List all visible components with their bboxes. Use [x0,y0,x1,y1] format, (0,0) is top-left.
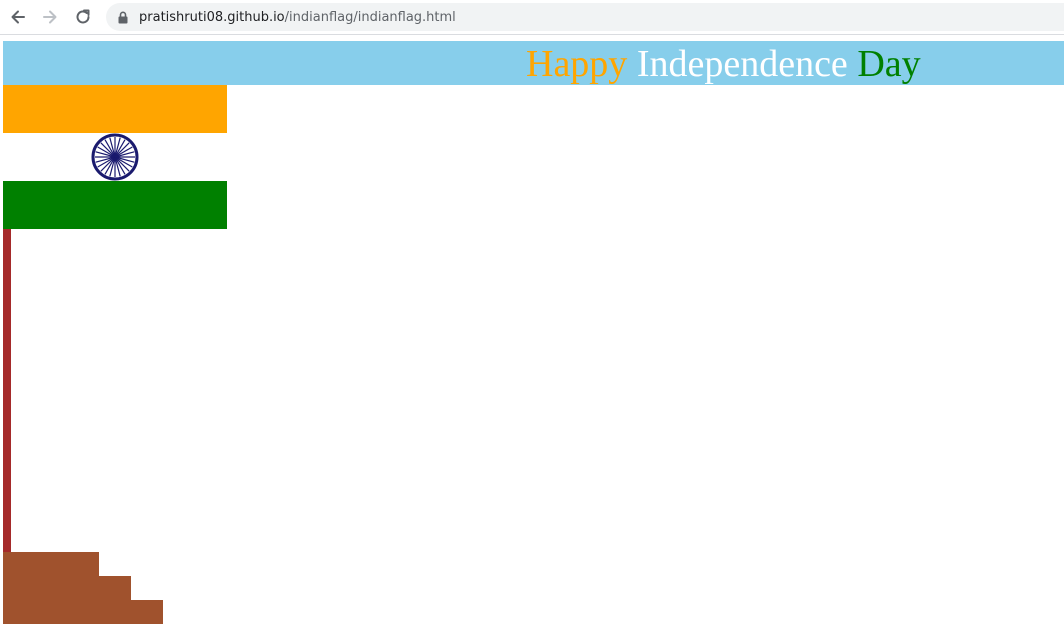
greeting-word-independence: Independence [636,43,848,85]
arrow-right-icon[interactable] [38,5,62,29]
ashoka-chakra-icon [91,133,139,181]
indian-flag [3,85,227,229]
arrow-left-icon[interactable] [6,5,30,29]
url-text: pratishruti08.github.io/indianflag/india… [139,10,456,25]
browser-toolbar: pratishruti08.github.io/indianflag/india… [0,0,1064,35]
page-content: Happy Independence Day [3,41,1064,624]
flag-pole [3,229,11,552]
greeting-word-happy: Happy [526,43,628,85]
address-bar[interactable]: pratishruti08.github.io/indianflag/india… [106,3,1064,31]
url-path: /indianflag/indianflag.html [284,9,456,25]
url-host: pratishruti08.github.io [139,9,285,25]
reload-icon[interactable] [71,5,95,29]
pedestal-step-middle [3,576,131,600]
pedestal-step-top [3,552,99,576]
flag-saffron-stripe [3,85,227,133]
greeting-heading: Happy Independence Day [526,42,921,86]
flag-green-stripe [3,181,227,229]
greeting-banner: Happy Independence Day [3,41,1064,85]
lock-icon[interactable] [116,10,130,24]
flag-white-stripe [3,133,227,181]
pedestal-step-bottom [3,600,163,624]
greeting-word-day: Day [857,43,921,85]
